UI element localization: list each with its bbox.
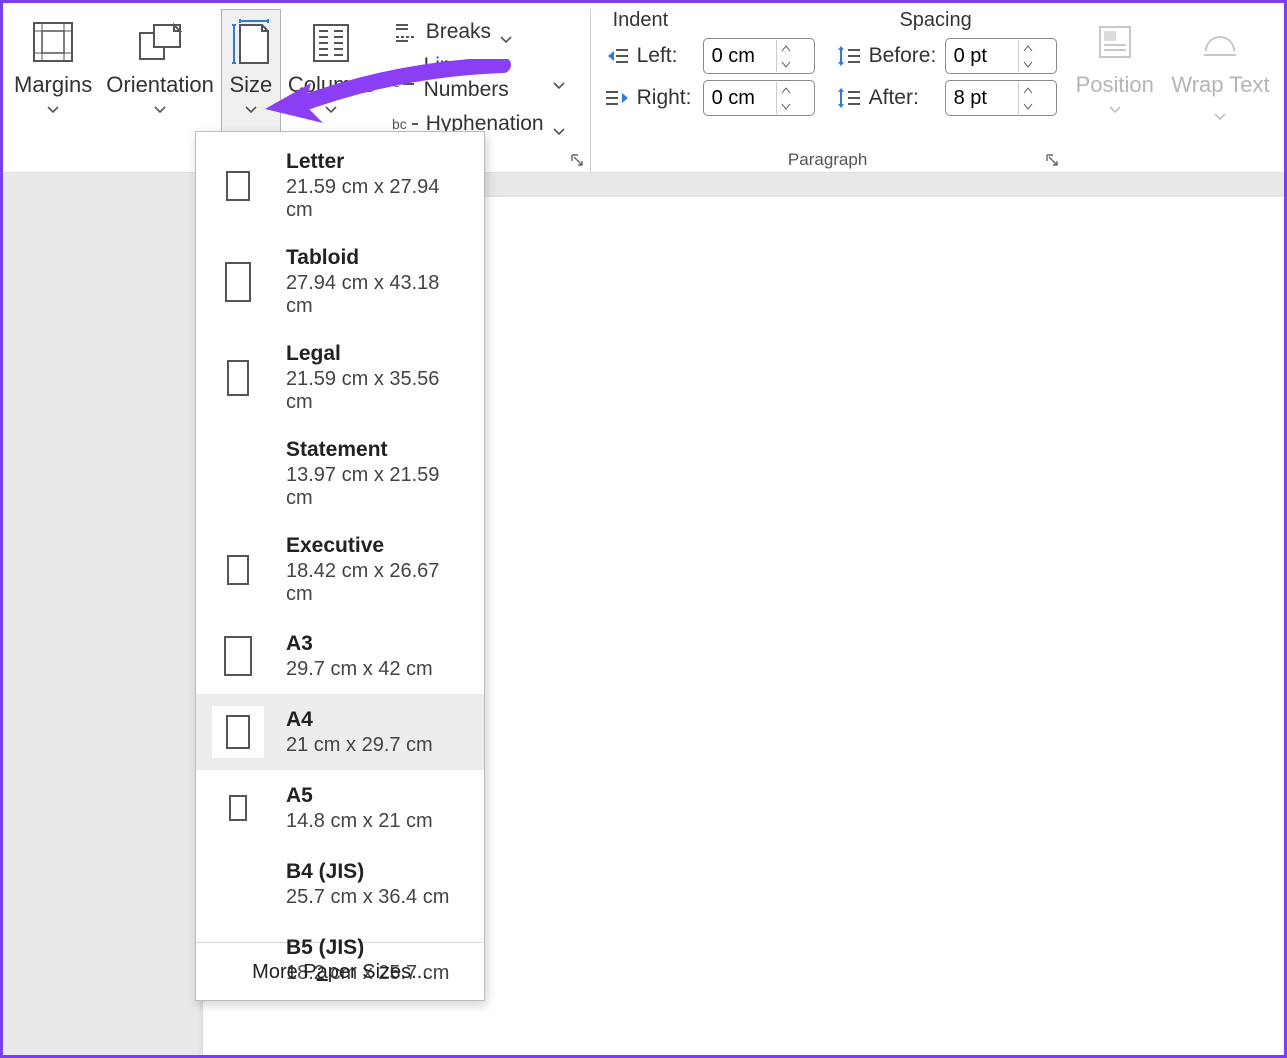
page-icon <box>212 448 264 500</box>
page-icon <box>212 352 264 404</box>
size-option-letter[interactable]: Letter21.59 cm x 27.94 cm <box>196 138 484 234</box>
chevron-down-icon <box>1108 102 1122 112</box>
columns-button[interactable]: Columns <box>281 9 382 139</box>
size-option-name: B5 (JIS) <box>286 936 449 960</box>
size-option-a5[interactable]: A514.8 cm x 21 cm <box>196 770 484 846</box>
size-option-name: Letter <box>286 150 470 174</box>
spin-up[interactable] <box>1019 82 1038 98</box>
chevron-down-icon <box>46 102 60 112</box>
size-option-b4-jis-[interactable]: B4 (JIS)25.7 cm x 36.4 cm <box>196 846 484 922</box>
size-option-dimensions: 21.59 cm x 35.56 cm <box>286 368 470 414</box>
chevron-down-icon <box>244 102 258 112</box>
size-option-name: Executive <box>286 534 470 558</box>
indent-left-label: Left: <box>637 44 697 68</box>
indent-left-icon <box>603 42 631 70</box>
size-option-dimensions: 21.59 cm x 27.94 cm <box>286 176 470 222</box>
page-setup-launcher[interactable] <box>570 153 584 167</box>
size-option-dimensions: 27.94 cm x 43.18 cm <box>286 272 470 318</box>
svg-text:2: 2 <box>394 79 400 89</box>
size-option-a4[interactable]: A421 cm x 29.7 cm <box>196 694 484 770</box>
size-option-tabloid[interactable]: Tabloid27.94 cm x 43.18 cm <box>196 234 484 330</box>
arrange-group: Position Wrap Text <box>1065 9 1284 172</box>
size-option-dimensions: 21 cm x 29.7 cm <box>286 734 433 757</box>
size-option-name: A5 <box>286 784 433 808</box>
columns-icon <box>310 14 352 70</box>
chevron-down-icon <box>1213 102 1227 112</box>
size-option-dimensions: 25.7 cm x 36.4 cm <box>286 886 449 909</box>
svg-text:1: 1 <box>394 68 400 79</box>
spacing-after-icon <box>835 84 863 112</box>
size-button[interactable]: Size <box>221 9 281 139</box>
page-icon <box>212 256 264 308</box>
svg-text:bc: bc <box>392 116 407 132</box>
size-option-statement[interactable]: Statement13.97 cm x 21.59 cm <box>196 426 484 522</box>
indent-right-label: Right: <box>637 86 697 110</box>
indent-right-icon <box>603 84 631 112</box>
spin-down[interactable] <box>777 98 796 114</box>
spacing-after-input[interactable] <box>945 80 1057 116</box>
size-option-dimensions: 29.7 cm x 42 cm <box>286 658 433 681</box>
size-option-name: Legal <box>286 342 470 366</box>
chevron-down-icon <box>552 73 566 83</box>
breaks-button[interactable]: Breaks <box>392 13 566 51</box>
spacing-after-label: After: <box>869 86 939 110</box>
size-option-name: A4 <box>286 708 433 732</box>
chevron-down-icon <box>153 102 167 112</box>
spin-up[interactable] <box>777 82 796 98</box>
wrap-text-icon <box>1198 14 1242 70</box>
page-icon <box>212 544 264 596</box>
indent-right-input[interactable] <box>703 80 815 116</box>
paragraph-launcher[interactable] <box>1045 153 1059 167</box>
size-option-name: A3 <box>286 632 433 656</box>
size-option-name: Tabloid <box>286 246 470 270</box>
size-dropdown: Letter21.59 cm x 27.94 cmTabloid27.94 cm… <box>195 131 485 1001</box>
spacing-header: Spacing <box>821 9 1051 32</box>
orientation-button[interactable]: Orientation <box>99 9 221 139</box>
size-option-legal[interactable]: Legal21.59 cm x 35.56 cm <box>196 330 484 426</box>
page-icon <box>212 160 264 212</box>
size-option-name: B4 (JIS) <box>286 860 449 884</box>
chevron-down-icon <box>499 27 513 37</box>
margins-button[interactable]: Margins <box>7 9 99 139</box>
spacing-before-input[interactable] <box>945 38 1057 74</box>
spacing-before-label: Before: <box>869 44 939 68</box>
line-numbers-button[interactable]: 12 Line Numbers <box>392 59 566 97</box>
chevron-down-icon <box>552 119 566 129</box>
size-option-dimensions: 13.97 cm x 21.59 cm <box>286 464 470 510</box>
spin-up[interactable] <box>777 40 796 56</box>
breaks-icon <box>392 21 418 43</box>
size-icon <box>228 14 274 70</box>
spin-down[interactable] <box>777 56 796 72</box>
margins-icon <box>30 14 76 70</box>
page-setup-small-buttons: Breaks 12 Line Numbers bc Hyphenation <box>382 9 576 143</box>
size-option-name: Statement <box>286 438 470 462</box>
wrap-text-button: Wrap Text <box>1161 9 1280 139</box>
page-icon <box>212 630 264 682</box>
spin-down[interactable] <box>1019 56 1038 72</box>
page-icon <box>212 706 264 758</box>
paragraph-group-label: Paragraph <box>591 150 1065 170</box>
size-option-dimensions: 14.8 cm x 21 cm <box>286 810 433 833</box>
position-icon <box>1094 14 1136 70</box>
size-option-executive[interactable]: Executive18.42 cm x 26.67 cm <box>196 522 484 618</box>
size-option-a3[interactable]: A329.7 cm x 42 cm <box>196 618 484 694</box>
spacing-before-icon <box>835 42 863 70</box>
spin-up[interactable] <box>1019 40 1038 56</box>
position-button: Position <box>1069 9 1161 139</box>
size-option-dimensions: 18.42 cm x 26.67 cm <box>286 560 470 606</box>
indent-left-input[interactable] <box>703 38 815 74</box>
chevron-down-icon <box>324 102 338 112</box>
line-numbers-icon: 12 <box>392 67 416 89</box>
page-icon <box>212 858 264 910</box>
spin-down[interactable] <box>1019 98 1038 114</box>
indent-header: Indent <box>603 9 821 32</box>
orientation-icon <box>134 14 186 70</box>
page-icon <box>212 782 264 834</box>
paragraph-group: Indent Spacing Left: Before: Right: <box>591 9 1065 172</box>
